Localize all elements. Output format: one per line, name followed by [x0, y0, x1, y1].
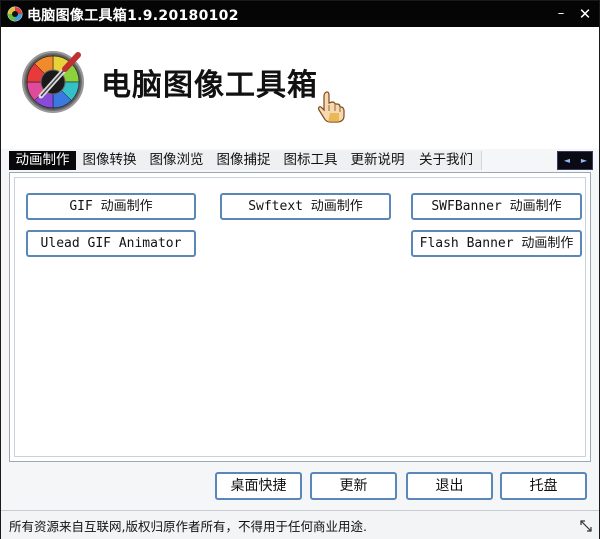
tab-scroll-control: ◄ ► [557, 151, 593, 170]
tab-image-capture[interactable]: 图像捕捉 [210, 151, 278, 170]
tray-button[interactable]: 托盘 [500, 472, 587, 500]
tab-about-us[interactable]: 关于我们 [411, 151, 482, 170]
exit-button[interactable]: 退出 [406, 472, 493, 500]
tab-bar: 动画制作 图像转换 图像浏览 图像捕捉 图标工具 更新说明 关于我们 ◄ ► [9, 151, 593, 171]
swfbanner-animation-button[interactable]: SWFBanner 动画制作 [411, 193, 582, 220]
gif-animation-button[interactable]: GIF 动画制作 [26, 193, 196, 220]
tab-animation[interactable]: 动画制作 [9, 151, 76, 170]
scroll-right-icon[interactable]: ► [576, 152, 592, 169]
flash-banner-animation-button[interactable]: Flash Banner 动画制作 [411, 230, 582, 257]
swftext-animation-button[interactable]: Swftext 动画制作 [220, 193, 391, 220]
tab-image-browse[interactable]: 图像浏览 [143, 151, 211, 170]
tab-content-panel: GIF 动画制作 Swftext 动画制作 SWFBanner 动画制作 Ule… [9, 172, 591, 462]
window-title: 电脑图像工具箱1.9.20180102 [27, 8, 239, 24]
color-wheel-eyedropper-icon [22, 51, 84, 113]
desktop-shortcut-button[interactable]: 桌面快捷 [215, 472, 302, 500]
app-icon [7, 6, 23, 22]
tab-icon-tools[interactable]: 图标工具 [277, 151, 345, 170]
title-bar[interactable]: 电脑图像工具箱1.9.20180102 – ✕ [1, 1, 599, 27]
status-bar: 所有资源来自互联网,版权归原作者所有，不得用于任何商业用途. [1, 510, 599, 539]
resize-grip-icon[interactable] [579, 519, 593, 533]
app-window: 电脑图像工具箱1.9.20180102 – ✕ 电脑图像工具箱 动画制作 图像转… [0, 0, 600, 539]
pointing-hand-icon [318, 91, 345, 123]
header-banner: 电脑图像工具箱 [1, 27, 599, 149]
tab-update-notes[interactable]: 更新说明 [344, 151, 412, 170]
tab-image-convert[interactable]: 图像转换 [76, 151, 144, 170]
update-button[interactable]: 更新 [310, 472, 397, 500]
close-button[interactable]: ✕ [575, 4, 595, 24]
minimize-button[interactable]: – [551, 4, 571, 24]
scroll-left-icon[interactable]: ◄ [559, 152, 575, 169]
app-heading: 电脑图像工具箱 [101, 68, 318, 103]
status-text: 所有资源来自互联网,版权归原作者所有，不得用于任何商业用途. [9, 519, 367, 534]
ulead-gif-animator-button[interactable]: Ulead GIF Animator [26, 230, 196, 257]
